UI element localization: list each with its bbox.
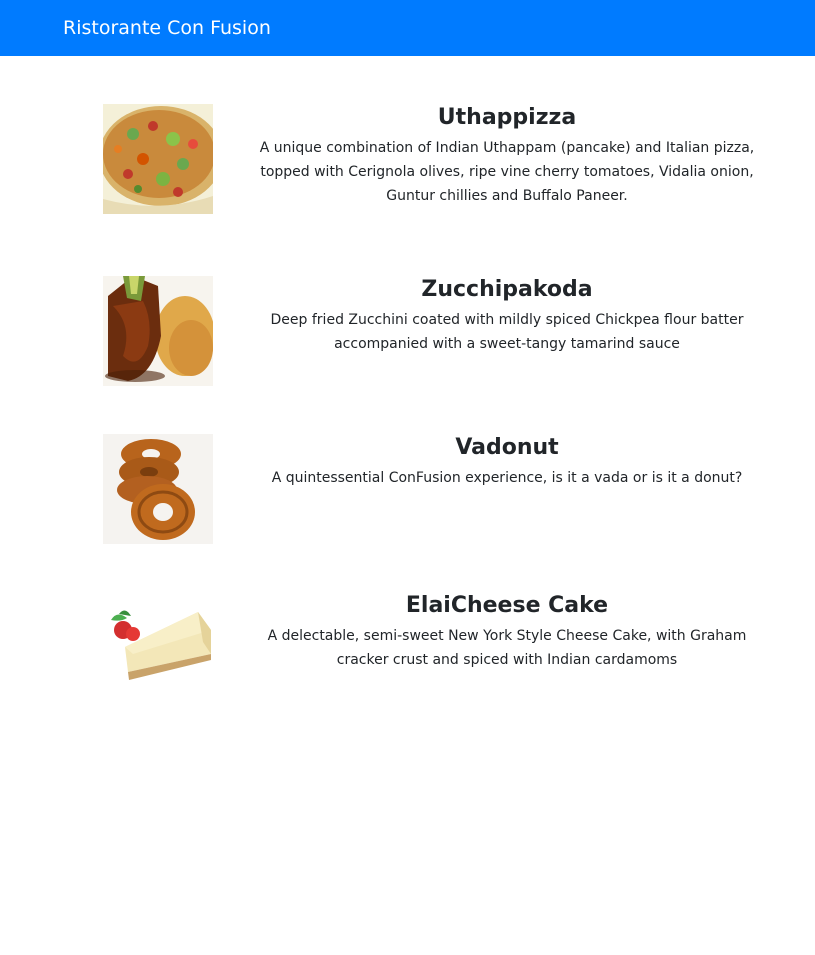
dish-image-elaicheese-cake [103, 592, 213, 702]
dish-description: Deep fried Zucchini coated with mildly s… [270, 312, 744, 352]
dish-body: Uthappizza A unique combination of India… [258, 104, 756, 208]
dish-image-zucchipakoda [103, 276, 213, 386]
navbar-brand[interactable]: Ristorante Con Fusion [63, 16, 271, 40]
navbar: Ristorante Con Fusion [0, 0, 815, 56]
dish-description: A unique combination of Indian Uthappam … [259, 140, 755, 204]
dish-body: Vadonut A quintessential ConFusion exper… [258, 434, 756, 490]
dish-name: Uthappizza [437, 105, 577, 130]
dish-description: A delectable, semi-sweet New York Style … [267, 628, 747, 668]
dish-body: ElaiCheese Cake A delectable, semi-sweet… [258, 592, 756, 672]
dish-name: Vadonut [455, 435, 559, 460]
dish-name: Zucchipakoda [421, 277, 593, 302]
dish-description: A quintessential ConFusion experience, i… [271, 470, 743, 486]
dish-body: Zucchipakoda Deep fried Zucchini coated … [258, 276, 756, 356]
dish-name: ElaiCheese Cake [405, 593, 609, 618]
dish-image-vadonut [103, 434, 213, 544]
dish-image-uthappizza [103, 104, 213, 214]
